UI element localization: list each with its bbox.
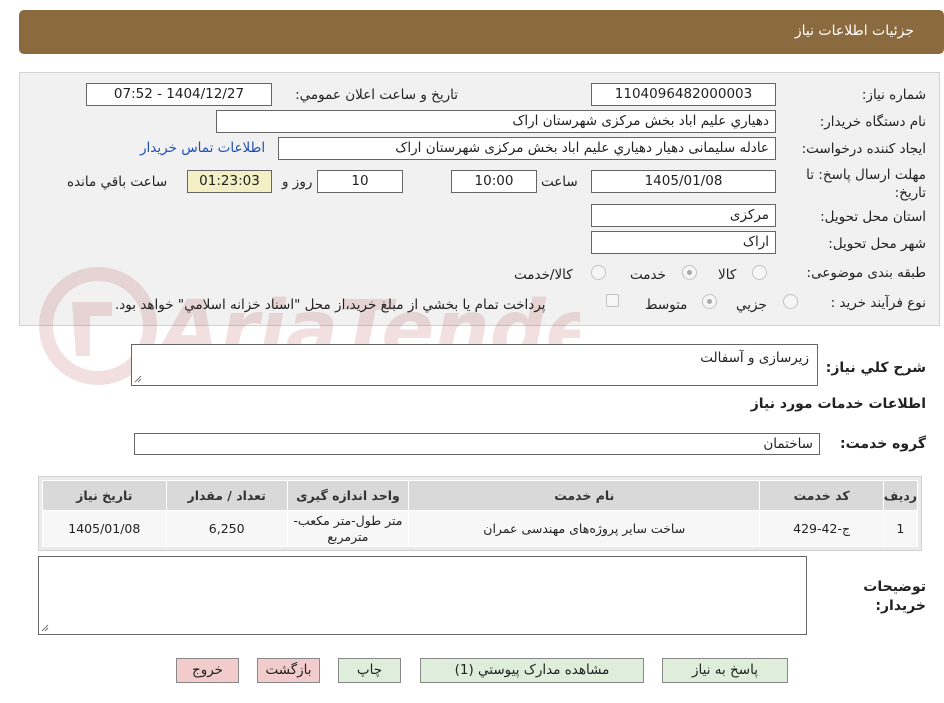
col-code: کد خدمت xyxy=(759,480,884,511)
treasury-payment-checkbox[interactable] xyxy=(606,294,619,307)
need-number-field: 1104096482000003 xyxy=(591,83,776,106)
deadline-time-field: 10:00 xyxy=(451,170,537,193)
cell-index: 1 xyxy=(882,510,919,547)
buyer-notes-label: توضيحات خريدار: xyxy=(863,579,926,614)
category-goods-radio[interactable] xyxy=(752,265,767,280)
announce-field: 1404/12/27 - 07:52 xyxy=(86,83,272,106)
need-number-label: شماره نياز: xyxy=(861,87,926,103)
col-index: رديف xyxy=(882,480,919,511)
requester-label: ايجاد کننده درخواست: xyxy=(801,141,926,157)
category-goods-service-label: کالا/خدمت xyxy=(514,267,573,283)
col-name: نام خدمت xyxy=(408,480,761,511)
city-field: اراک xyxy=(591,231,776,254)
services-table: رديف کد خدمت نام خدمت واحد اندازه گيری ت… xyxy=(42,480,919,547)
cell-qty: 6,250 xyxy=(165,510,288,547)
category-goods-service-radio[interactable] xyxy=(591,265,606,280)
province-field: مرکزی xyxy=(591,204,776,227)
col-unit: واحد اندازه گيری xyxy=(286,480,410,511)
services-table-wrapper: رديف کد خدمت نام خدمت واحد اندازه گيری ت… xyxy=(38,476,922,551)
service-group-field: ساختمان xyxy=(134,433,820,455)
category-service-label: خدمت xyxy=(630,267,666,283)
process-minor-radio[interactable] xyxy=(783,294,798,309)
summary-text: زيرسازی و آسفالت xyxy=(700,350,809,366)
buyer-notes-textarea[interactable] xyxy=(38,556,807,635)
print-button[interactable]: چاپ xyxy=(338,658,401,683)
col-qty: تعداد / مقدار xyxy=(165,480,288,511)
back-button[interactable]: بازگشت xyxy=(257,658,320,683)
exit-button[interactable]: خروج xyxy=(176,658,239,683)
service-group-label: گروه خدمت: xyxy=(840,436,926,452)
days-field: 10 xyxy=(317,170,403,193)
process-label: نوع فرآيند خريد : xyxy=(830,295,926,311)
buyer-contact-link[interactable]: اطلاعات تماس خريدار xyxy=(140,140,265,156)
cell-unit: متر طول-متر مکعب-مترمربع xyxy=(286,510,410,547)
view-attachments-button[interactable]: مشاهده مدارک پيوستي (1) xyxy=(420,658,644,683)
deadline-date-field: 1405/01/08 xyxy=(591,170,776,193)
city-label: شهر محل تحويل: xyxy=(828,236,926,252)
treasury-payment-note: پرداخت تمام يا بخشي از مبلغ خريد،از محل … xyxy=(115,297,546,313)
category-label: طبقه بندی موضوعی: xyxy=(806,265,926,281)
page-title: جزئيات اطلاعات نياز xyxy=(794,23,914,39)
cell-date: 1405/01/08 xyxy=(42,510,167,547)
resize-grip-icon[interactable] xyxy=(134,375,142,383)
category-goods-label: کالا xyxy=(718,267,737,283)
process-medium-radio[interactable] xyxy=(702,294,717,309)
buyer-org-label: نام دستگاه خريدار: xyxy=(819,114,926,130)
services-section-title: اطلاعات خدمات مورد نياز xyxy=(750,396,926,412)
page-header: جزئيات اطلاعات نياز xyxy=(19,10,944,54)
process-minor-label: جزيي xyxy=(736,297,767,313)
deadline-label: مهلت ارسال پاسخ: تا تاريخ: xyxy=(806,167,926,201)
requester-field: عادله سلیمانی دهيار دهياري عليم اباد بخش… xyxy=(278,137,776,160)
province-label: استان محل تحويل: xyxy=(820,209,926,225)
resize-grip-icon[interactable] xyxy=(41,624,49,632)
cell-code: ج-42-429 xyxy=(759,510,884,547)
reply-button[interactable]: پاسخ به نياز xyxy=(662,658,788,683)
remaining-label: ساعت باقي مانده xyxy=(67,174,168,190)
days-label: روز و xyxy=(282,174,313,190)
deadline-time-label: ساعت xyxy=(541,174,578,190)
table-row: 1 ج-42-429 ساخت ساير پروژه‌های مهندسی عم… xyxy=(42,510,919,547)
buyer-org-field: دهياري عليم اباد بخش مرکزی شهرستان اراک xyxy=(216,110,776,133)
table-header-row: رديف کد خدمت نام خدمت واحد اندازه گيری ت… xyxy=(42,480,919,511)
summary-textarea[interactable]: زيرسازی و آسفالت xyxy=(131,344,818,386)
cell-name: ساخت ساير پروژه‌های مهندسی عمران xyxy=(408,510,761,547)
summary-label: شرح كلي نياز: xyxy=(825,360,926,376)
process-medium-label: متوسط xyxy=(645,297,688,313)
category-service-radio[interactable] xyxy=(682,265,697,280)
col-date: تاريخ نياز xyxy=(42,480,167,511)
remaining-time-field: 01:23:03 xyxy=(187,170,272,193)
announce-label: تاريخ و ساعت اعلان عمومي: xyxy=(295,87,458,103)
